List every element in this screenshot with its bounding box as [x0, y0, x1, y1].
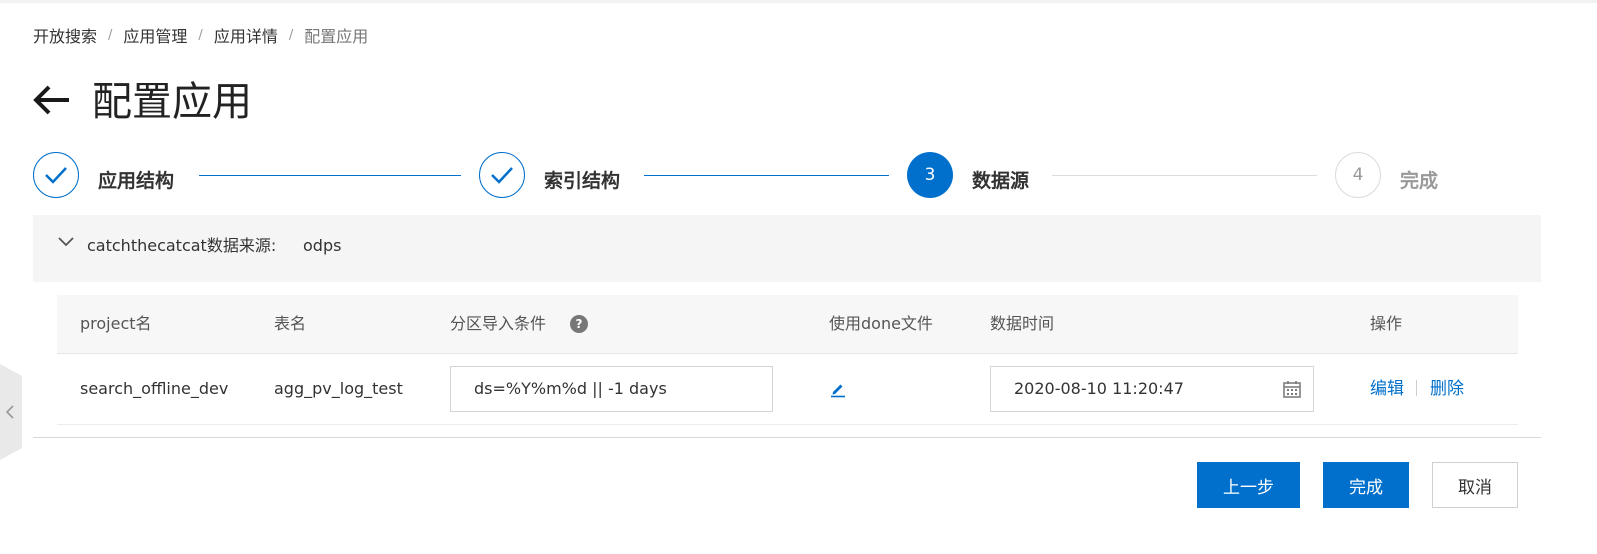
column-header-partition: 分区导入条件 [450, 314, 547, 333]
step-connector-2 [644, 175, 889, 176]
column-header-actions: 操作 [1370, 314, 1403, 333]
datasource-label: catchthecatcat数据来源: [87, 236, 277, 255]
finish-button[interactable]: 完成 [1323, 462, 1409, 508]
breadcrumb-separator: / [198, 27, 203, 43]
calendar-icon[interactable] [1282, 379, 1302, 399]
column-header-project: project名 [80, 314, 152, 333]
cancel-button[interactable]: 取消 [1432, 462, 1518, 508]
data-time-picker[interactable]: 2020-08-10 11:20:47 [990, 366, 1314, 412]
page-title: 配置应用 [92, 79, 252, 125]
breadcrumb-item-app-management[interactable]: 应用管理 [123, 23, 187, 47]
help-icon[interactable]: ? [570, 315, 588, 333]
breadcrumb-item-current: 配置应用 [304, 27, 369, 46]
step-1-label: 应用结构 [98, 170, 175, 192]
step-connector-3 [1052, 175, 1317, 176]
breadcrumb-item-open-search[interactable]: 开放搜索 [33, 23, 97, 47]
step-2-label: 索引结构 [544, 170, 621, 192]
breadcrumb-separator: / [288, 27, 294, 43]
step-1-check-icon [33, 152, 79, 198]
side-panel-toggle[interactable] [0, 364, 22, 460]
edit-link[interactable]: 编辑 [1370, 377, 1404, 401]
action-divider [1416, 380, 1417, 396]
chevron-down-icon[interactable] [57, 234, 75, 248]
cell-table: agg_pv_log_test [274, 379, 403, 398]
step-connector-1 [199, 175, 461, 176]
top-divider [0, 0, 1597, 3]
breadcrumb-separator: / [108, 27, 113, 43]
column-header-done-file: 使用done文件 [829, 314, 933, 333]
step-3-label: 数据源 [972, 170, 1030, 192]
datasource-panel-header[interactable]: catchthecatcat数据来源: odps [33, 215, 1541, 282]
back-arrow-icon[interactable] [32, 82, 72, 118]
cell-project: search_offline_dev [80, 379, 229, 398]
table-header: project名 表名 分区导入条件 ? 使用done文件 数据时间 操作 [57, 295, 1518, 354]
datasource-value: odps [303, 236, 342, 255]
partition-condition-input[interactable]: ds=%Y%m%d || -1 days [450, 366, 773, 412]
column-header-table: 表名 [274, 314, 307, 333]
step-3-number: 3 [907, 152, 953, 198]
breadcrumb: 开放搜索 / 应用管理 / 应用详情 / 配置应用 [33, 24, 368, 46]
step-4-label: 完成 [1400, 170, 1439, 192]
delete-link[interactable]: 删除 [1430, 377, 1464, 401]
breadcrumb-item-app-detail[interactable]: 应用详情 [214, 23, 278, 47]
step-2-check-icon [479, 152, 525, 198]
panel-bottom-border [33, 437, 1541, 438]
prev-step-button[interactable]: 上一步 [1197, 462, 1300, 508]
column-header-data-time: 数据时间 [990, 314, 1055, 333]
step-4-number: 4 [1335, 152, 1381, 198]
pencil-edit-icon[interactable] [829, 380, 847, 398]
